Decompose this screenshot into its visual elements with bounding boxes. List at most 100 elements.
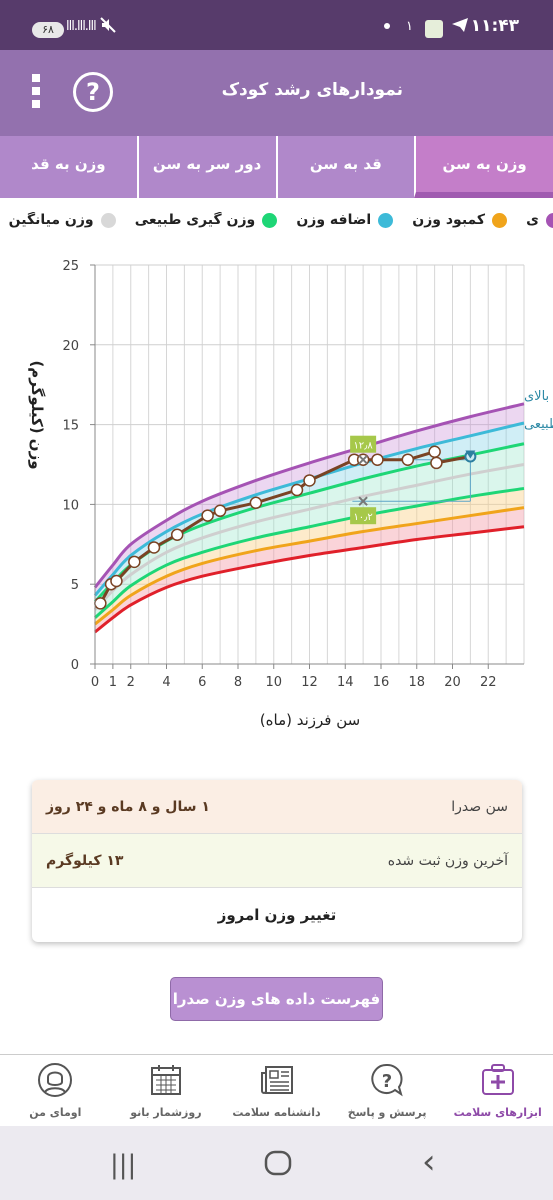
y-tick-label: 0: [71, 658, 79, 673]
range-note-2: محدوده وزن گیری طبیعی: [524, 416, 553, 432]
weight-label: آخرین وزن ثبت شده: [387, 852, 508, 869]
signal-icon: lll.lll.lll: [66, 19, 97, 34]
medical-kit-icon: [481, 1064, 514, 1095]
x-tick-label: 4: [162, 675, 170, 690]
legend-item[interactable]: ی: [526, 212, 553, 228]
nav-q-and-a[interactable]: ? پرسش و پاسخ: [332, 1055, 443, 1126]
nav-profile[interactable]: اومای من: [0, 1055, 111, 1126]
legend-swatch: [546, 212, 553, 228]
x-tick-label: 18: [408, 675, 425, 690]
status-clock: ۱۱:۴۳: [470, 16, 519, 36]
x-tick-label: 0: [91, 675, 99, 690]
x-axis-label: سن فرزند (ماه): [260, 711, 360, 729]
weight-list-button[interactable]: فهرست داده های وزن صدرا: [170, 977, 383, 1021]
nav-label: دانشنامه سلامت: [232, 1106, 321, 1119]
age-row: سن صدرا ۱ سال و ۸ ماه و ۲۴ روز: [32, 780, 522, 834]
profile-icon: [38, 1063, 73, 1097]
x-tick-label: 22: [480, 675, 497, 690]
legend-swatch: [492, 212, 508, 228]
x-tick-label: 12: [301, 675, 318, 690]
weight-value: ۱۳ کیلوگرم: [46, 852, 124, 869]
legend-item[interactable]: وزن گیری طبیعی: [135, 212, 278, 228]
y-tick-label: 25: [62, 259, 79, 274]
battery-indicator: ۶۸: [32, 22, 64, 38]
legend-label: وزن میانگین: [8, 212, 94, 228]
app-notification-icon: [425, 20, 443, 38]
measurement-point: [303, 474, 316, 487]
measurement-point: [128, 555, 141, 569]
legend-swatch: [262, 212, 278, 228]
measurement-point: [430, 456, 443, 470]
sim-indicator: ۱: [406, 19, 413, 34]
tab-height-for-age[interactable]: قد به سن: [275, 136, 415, 198]
legend-item[interactable]: کمبود وزن: [412, 212, 508, 228]
range-note-1: ۰٫۲ کیلوگرم بالای: [524, 388, 553, 404]
y-tick-label: 10: [62, 498, 79, 513]
legend-item[interactable]: اضافه وزن: [296, 212, 394, 228]
y-axis-label: وزن (کیلوگرم): [28, 360, 46, 469]
legend-label: ی: [526, 212, 539, 228]
nav-label: ابزارهای سلامت: [453, 1106, 542, 1119]
legend-swatch: [378, 212, 394, 228]
send-icon: [451, 17, 469, 38]
tab-head-for-age[interactable]: دور سر به سن: [136, 136, 276, 198]
nav-health-encyclopedia[interactable]: دانشنامه سلامت: [221, 1055, 332, 1126]
overflow-menu-icon[interactable]: [28, 72, 44, 112]
svg-text:?: ?: [382, 1071, 392, 1092]
change-weight-button[interactable]: تغییر وزن امروز: [218, 906, 337, 924]
x-tick-label: 20: [444, 675, 461, 690]
growth-chart-svg[interactable]: ۱۲٫۸۱۰٫۲ 05101520250 1 2 4 6 8 10 12 14 16 18 20 22 …: [0, 245, 553, 765]
home-button[interactable]: [264, 1150, 292, 1183]
status-bar: ۶۸ lll.lll.lll ۱ ۱۱:۴۳: [0, 0, 553, 50]
chart-tabs: وزن به سن قد به سن دور سر به سن وزن به ق…: [0, 136, 553, 198]
legend-item[interactable]: وزن میانگین: [9, 212, 116, 228]
nav-label: پرسش و پاسخ: [347, 1106, 427, 1119]
x-tick-label: 16: [373, 675, 390, 690]
measurement-point: [213, 504, 227, 518]
measurement-point: [201, 509, 214, 522]
legend-label: کمبود وزن: [412, 212, 486, 228]
x-tick-label: 10: [265, 675, 282, 690]
x-tick-label: 14: [337, 675, 354, 690]
bottom-navigation: ابزارهای سلامت ? پرسش و پاسخ دانشنامه سل…: [0, 1054, 553, 1126]
chart-legend: ی کمبود وزن اضافه وزن وزن گیری طبیعی وزن…: [0, 212, 553, 240]
measurement-point: [249, 496, 263, 510]
measurement-point: [147, 541, 161, 554]
system-navigation-bar: ||| ‹: [0, 1126, 553, 1200]
legend-label: اضافه وزن: [296, 212, 372, 228]
calendar-icon: [150, 1065, 181, 1095]
page-title: نمودارهای رشد کودک: [221, 80, 403, 100]
legend-label: وزن گیری طبیعی: [134, 212, 256, 228]
notification-dot: [384, 23, 390, 29]
tab-weight-for-age[interactable]: وزن به سن: [414, 136, 553, 198]
change-weight-row[interactable]: تغییر وزن امروز: [32, 888, 522, 942]
newspaper-icon: [260, 1066, 293, 1094]
nav-calendar[interactable]: روزشمار بانو: [111, 1055, 222, 1126]
question-bubble-icon: ?: [371, 1063, 403, 1097]
measurement-point: [371, 453, 384, 466]
growth-chart[interactable]: ۱۲٫۸ ۱۰٫۲ 0 5 10 15 20 25 0 1 2 4 6 8 10 12 14 16 18 20 22 …: [0, 245, 553, 765]
measurement-point: [170, 528, 184, 541]
summary-card: سن صدرا ۱ سال و ۸ ماه و ۲۴ روز آخرین وزن…: [32, 780, 522, 942]
tab-weight-for-height[interactable]: وزن به قد: [0, 136, 137, 198]
age-value: ۱ سال و ۸ ماه و ۲۴ روز: [46, 798, 210, 815]
measurement-point: [94, 597, 107, 610]
y-tick-label: 5: [71, 578, 79, 593]
measurement-point: [290, 483, 304, 497]
nav-label: روزشمار بانو: [130, 1106, 202, 1119]
back-button[interactable]: ‹: [422, 1142, 436, 1182]
nav-health-tools[interactable]: ابزارهای سلامت: [442, 1055, 553, 1126]
help-button[interactable]: ?: [73, 72, 113, 112]
measurement-point: [401, 453, 415, 466]
x-tick-label: 1: [109, 675, 117, 690]
measurement-point: [428, 445, 441, 458]
y-tick-label: 20: [62, 339, 79, 354]
legend-swatch: [100, 212, 116, 228]
app-bar: ? نمودارهای رشد کودک: [0, 50, 553, 136]
nav-label: اومای من: [29, 1106, 82, 1119]
x-tick-label: 6: [198, 675, 206, 690]
age-label: سن صدرا: [451, 798, 508, 815]
weight-row: آخرین وزن ثبت شده ۱۳ کیلوگرم: [32, 834, 522, 888]
recent-apps-button[interactable]: |||: [110, 1150, 136, 1180]
mute-icon: [100, 17, 116, 37]
